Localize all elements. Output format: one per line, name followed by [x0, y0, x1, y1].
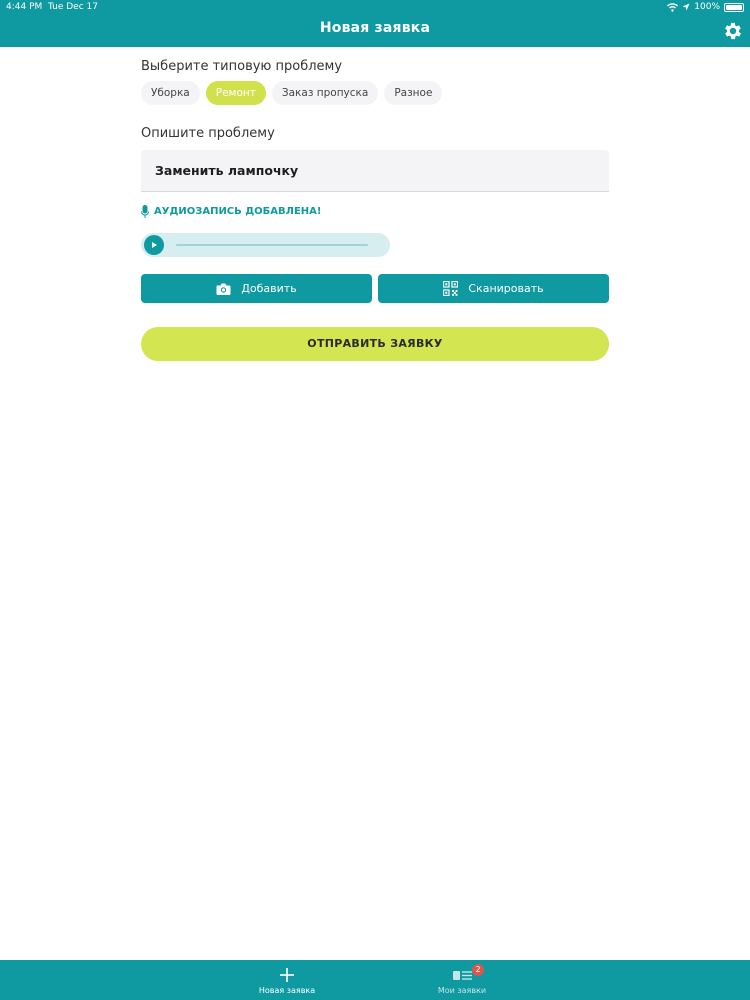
chip-repair[interactable]: Ремонт: [205, 81, 266, 105]
qr-code-icon: [443, 281, 459, 296]
status-bar: 4:44 PM Tue Dec 17 100%: [0, 0, 750, 14]
tab-bar: Новая заявка 2 Мои заявки: [0, 960, 750, 1000]
scan-button[interactable]: Сканировать: [378, 274, 609, 303]
problem-type-label: Выберите типовую проблему: [141, 59, 343, 74]
chip-misc[interactable]: Разное: [384, 81, 443, 105]
battery-icon: [724, 2, 744, 12]
plus-icon: [280, 968, 294, 982]
location-icon: [682, 3, 690, 11]
tab-my-requests[interactable]: 2 Мои заявки: [422, 964, 502, 995]
battery-percent: 100%: [694, 2, 720, 12]
problem-description-field[interactable]: Заменить лампочку: [141, 150, 609, 192]
audio-added-note: АУДИОЗАПИСЬ ДОБАВЛЕНА!: [141, 205, 321, 218]
add-photo-button[interactable]: Добавить: [141, 274, 372, 303]
list-icon: [452, 970, 472, 980]
status-date: Tue Dec 17: [48, 2, 98, 12]
page-title: Новая заявка: [319, 20, 431, 36]
status-right: 100%: [667, 0, 744, 14]
camera-icon: [216, 283, 231, 295]
tab-new-request[interactable]: Новая заявка: [247, 964, 327, 995]
play-button[interactable]: [144, 235, 164, 255]
scan-label: Сканировать: [468, 282, 544, 295]
microphone-icon: [141, 205, 149, 218]
chip-pass-order[interactable]: Заказ пропуска: [271, 81, 379, 105]
wifi-icon: [667, 2, 679, 12]
problem-description-label: Опишите проблему: [141, 126, 275, 141]
chip-cleaning[interactable]: Уборка: [141, 81, 200, 105]
tab-new-request-label: Новая заявка: [258, 986, 316, 995]
problem-type-chips: Уборка Ремонт Заказ пропуска Разное: [141, 81, 443, 105]
audio-added-text: АУДИОЗАПИСЬ ДОБАВЛЕНА!: [154, 206, 322, 217]
audio-player: [141, 233, 390, 257]
submit-request-button[interactable]: ОТПРАВИТЬ ЗАЯВКУ: [141, 327, 609, 361]
status-time: 4:44 PM: [6, 2, 43, 12]
gear-icon[interactable]: [722, 20, 744, 42]
tab-my-requests-label: Мои заявки: [437, 986, 487, 995]
add-photo-label: Добавить: [241, 282, 297, 295]
top-bar: 4:44 PM Tue Dec 17 100% Новая заявка: [0, 0, 750, 47]
audio-progress-track[interactable]: [176, 244, 368, 246]
requests-count-badge: 2: [472, 964, 484, 976]
